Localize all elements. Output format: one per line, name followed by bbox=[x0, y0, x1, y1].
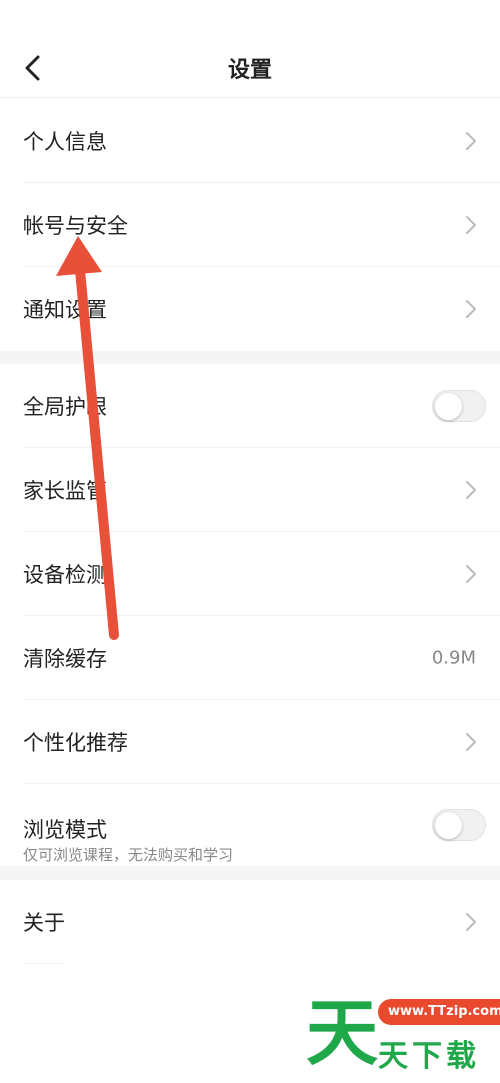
settings-item-browse-mode: 浏览模式 仅可浏览课程，无法购买和学习 bbox=[0, 784, 500, 866]
watermark-logo: 天 www.TTzip.com 天下载 bbox=[300, 991, 500, 1083]
settings-item-parental-control[interactable]: 家长监管 bbox=[0, 448, 500, 532]
item-label: 通知设置 bbox=[23, 298, 107, 322]
item-label: 设备检测 bbox=[23, 563, 107, 587]
chevron-right-icon bbox=[466, 216, 476, 234]
item-label: 关于 bbox=[23, 911, 65, 935]
chevron-right-icon bbox=[466, 565, 476, 583]
settings-item-clear-cache[interactable]: 清除缓存 0.9M bbox=[0, 616, 500, 700]
settings-item-notifications[interactable]: 通知设置 bbox=[0, 267, 500, 351]
eye-protection-toggle[interactable] bbox=[432, 390, 486, 422]
item-label: 浏览模式 bbox=[23, 818, 107, 842]
settings-item-eye-protection: 全局护眼 bbox=[0, 364, 500, 448]
chevron-right-icon bbox=[466, 913, 476, 931]
item-label: 全局护眼 bbox=[23, 395, 107, 419]
settings-item-personalized-recommendation[interactable]: 个性化推荐 bbox=[0, 700, 500, 784]
section-gap bbox=[0, 351, 500, 364]
chevron-right-icon bbox=[466, 132, 476, 150]
section-gap bbox=[0, 866, 500, 880]
chevron-right-icon bbox=[466, 733, 476, 751]
header: 设置 bbox=[0, 0, 500, 98]
item-label: 帐号与安全 bbox=[23, 214, 128, 238]
settings-item-account-security[interactable]: 帐号与安全 bbox=[0, 183, 500, 267]
divider bbox=[23, 963, 64, 964]
watermark-text: 天下载 bbox=[378, 1039, 480, 1074]
toggle-knob bbox=[435, 393, 462, 420]
item-label: 清除缓存 bbox=[23, 647, 107, 671]
chevron-right-icon bbox=[466, 300, 476, 318]
page-title: 设置 bbox=[227, 58, 272, 83]
settings-item-profile[interactable]: 个人信息 bbox=[0, 99, 500, 183]
cache-size: 0.9M bbox=[431, 647, 476, 669]
watermark-big-char: 天 bbox=[306, 991, 379, 1075]
item-label: 家长监管 bbox=[23, 479, 107, 503]
settings-item-about[interactable]: 关于 bbox=[0, 880, 500, 964]
toggle-knob bbox=[435, 812, 462, 839]
settings-item-device-check[interactable]: 设备检测 bbox=[0, 532, 500, 616]
browse-mode-toggle[interactable] bbox=[432, 809, 486, 841]
item-sublabel: 仅可浏览课程，无法购买和学习 bbox=[23, 846, 234, 864]
item-label: 个人信息 bbox=[23, 130, 107, 154]
item-label: 个性化推荐 bbox=[23, 731, 128, 755]
watermark-url: www.TTzip.com bbox=[378, 999, 500, 1025]
chevron-right-icon bbox=[466, 481, 476, 499]
